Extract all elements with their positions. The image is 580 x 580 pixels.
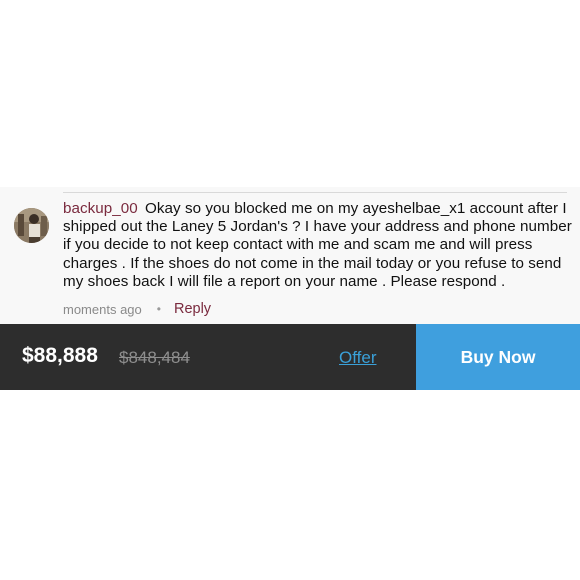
original-price: $848,484 (119, 348, 190, 367)
comment-meta: moments ago • Reply (63, 301, 211, 317)
comment-body: backup_00 Okay so you blocked me on my a… (63, 200, 573, 291)
offer-button[interactable]: Offer (339, 348, 376, 368)
comment-message: Okay so you blocked me on my ayeshelbae_… (63, 200, 572, 290)
meta-separator: • (156, 302, 161, 316)
buy-now-button[interactable]: Buy Now (416, 324, 580, 390)
listing-price-bar: $88,888 $848,484 Offer (0, 324, 416, 390)
comment-username[interactable]: backup_00 (63, 200, 138, 217)
screenshot-canvas: backup_00 Okay so you blocked me on my a… (0, 0, 580, 580)
listing-price: $88,888 (22, 344, 98, 367)
comment-divider (63, 192, 567, 193)
avatar-image (14, 208, 49, 243)
user-avatar-icon[interactable] (14, 208, 49, 243)
reply-link[interactable]: Reply (174, 301, 211, 317)
comment-item: backup_00 Okay so you blocked me on my a… (0, 187, 580, 324)
comment-timestamp: moments ago (63, 301, 142, 317)
